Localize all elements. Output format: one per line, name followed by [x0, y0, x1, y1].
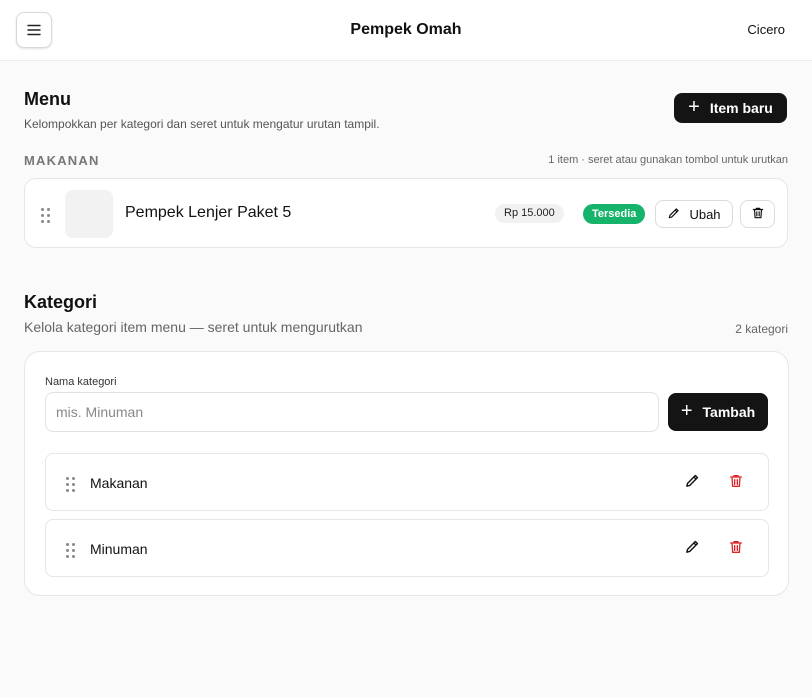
category-name-label: Nama kategori	[45, 376, 117, 388]
category-section-subtitle: Kelola kategori item menu — seret untuk …	[24, 319, 363, 335]
menu-section-title: Menu	[24, 89, 71, 109]
category-row-name: Makanan	[90, 475, 148, 491]
drag-handle-icon[interactable]	[66, 477, 75, 492]
trash-icon	[751, 206, 765, 223]
delete-category-button[interactable]	[726, 473, 746, 493]
delete-category-button[interactable]	[726, 539, 746, 559]
menu-item-price: Rp 15.000	[495, 204, 564, 223]
trash-icon	[728, 539, 744, 560]
menu-section-subtitle: Kelompokkan per kategori dan seret untuk…	[24, 117, 380, 131]
user-menu[interactable]: Cicero	[747, 22, 785, 37]
category-card: Nama kategori + Tambah Makanan Minuman	[24, 351, 789, 596]
drag-handle-icon[interactable]	[41, 208, 50, 223]
top-bar: Pempek Omah Cicero	[0, 0, 812, 61]
category-count: 2 kategori	[735, 322, 788, 336]
plus-icon: +	[688, 96, 700, 118]
pencil-icon	[684, 472, 701, 494]
plus-icon: +	[680, 400, 693, 422]
category-row: Makanan	[45, 453, 769, 511]
add-category-label: Tambah	[702, 404, 756, 420]
pencil-icon	[667, 206, 681, 223]
edit-category-button[interactable]	[682, 539, 702, 559]
menu-group-hint: 1 item · seret atau gunakan tombol untuk…	[548, 154, 788, 166]
category-row: Minuman	[45, 519, 769, 577]
category-name-input[interactable]	[45, 392, 659, 432]
new-item-label: Item baru	[709, 100, 773, 116]
app-title: Pempek Omah	[350, 21, 462, 38]
trash-icon	[728, 473, 744, 494]
menu-item-name: Pempek Lenjer Paket 5	[125, 204, 292, 221]
menu-item-card: Pempek Lenjer Paket 5 Rp 15.000 Tersedia…	[24, 178, 788, 248]
category-section-title: Kategori	[24, 292, 98, 312]
edit-item-label: Ubah	[689, 206, 721, 222]
edit-category-button[interactable]	[682, 473, 702, 493]
edit-item-button[interactable]: Ubah	[655, 200, 733, 228]
availability-badge[interactable]: Tersedia	[583, 204, 646, 224]
new-item-button[interactable]: + Item baru	[674, 93, 787, 123]
item-thumbnail	[65, 190, 113, 238]
drag-handle-icon[interactable]	[66, 543, 75, 558]
category-row-name: Minuman	[90, 541, 148, 557]
pencil-icon	[684, 538, 701, 560]
add-category-button[interactable]: + Tambah	[668, 393, 768, 431]
menu-group-label: MAKANAN	[24, 153, 100, 168]
delete-item-button[interactable]	[740, 200, 775, 228]
